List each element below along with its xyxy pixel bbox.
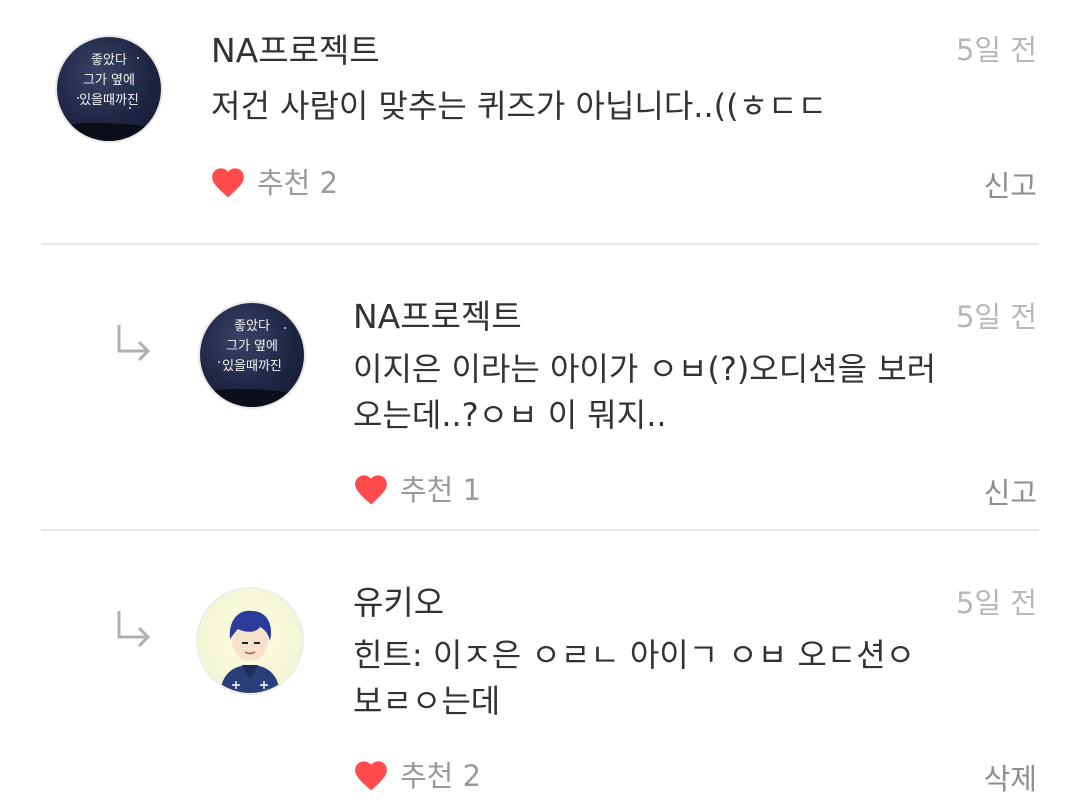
heart-icon	[212, 168, 244, 198]
comment-text: 힌트: 이ㅈ은 ㅇㄹㄴ 아이ㄱ ㅇㅂ 오ㄷ션ㅇ 보ㄹㅇ는데	[353, 636, 916, 720]
heart-icon	[355, 475, 387, 505]
like-button[interactable]: 추천 1	[352, 467, 481, 509]
like-button[interactable]: 추천 2	[209, 160, 338, 202]
comment-time: 5일 전	[955, 300, 1037, 334]
reply-arrow-icon	[117, 611, 151, 648]
heart-icon	[355, 761, 387, 791]
avatar[interactable]: 좋았다 그가 옆에 있을때까진	[57, 37, 161, 141]
avatar[interactable]	[198, 589, 302, 693]
author-name[interactable]: 유키오	[353, 576, 444, 624]
comment-reply: 좋았다 그가 옆에 있을때까진 NA프로젝트 5일 전 이지은 이라는 아이가 …	[0, 245, 1080, 530]
reply-arrow-icon	[117, 325, 151, 362]
comment-time: 5일 전	[955, 33, 1037, 67]
comment-text: 이지은 이라는 아이가 ㅇㅂ(?)오디션을 보러 오는데..?ㅇㅂ 이 뭐지..	[353, 350, 937, 434]
avatar-caption: 좋았다 그가 옆에 있을때까진	[222, 319, 282, 374]
like-count: 추천 1	[400, 473, 482, 507]
like-count: 추천 2	[257, 166, 339, 200]
like-button[interactable]: 추천 2	[352, 753, 481, 795]
author-name[interactable]: NA프로젝트	[211, 24, 380, 72]
avatar-caption: 좋았다 그가 옆에 있을때까진	[79, 53, 139, 108]
comment-reply: 유키오 5일 전 힌트: 이ㅈ은 ㅇㄹㄴ 아이ㄱ ㅇㅂ 오ㄷ션ㅇ 보ㄹㅇ는데 추…	[0, 531, 1080, 810]
avatar[interactable]: 좋았다 그가 옆에 있을때까진	[200, 303, 304, 407]
comment: 좋았다 그가 옆에 있을때까진 NA프로젝트 5일 전 저건 사람이 맞추는 퀴…	[0, 0, 1080, 245]
avatar-character-icon	[220, 610, 280, 693]
comment-text: 저건 사람이 맞추는 퀴즈가 아닙니다..((ㅎㄷㄷ	[211, 87, 827, 125]
delete-button[interactable]: 삭제	[984, 756, 1037, 798]
author-name[interactable]: NA프로젝트	[353, 290, 522, 338]
comment-time: 5일 전	[955, 586, 1037, 620]
report-button[interactable]: 신고	[984, 470, 1037, 512]
like-count: 추천 2	[400, 759, 482, 793]
report-button[interactable]: 신고	[984, 163, 1037, 205]
